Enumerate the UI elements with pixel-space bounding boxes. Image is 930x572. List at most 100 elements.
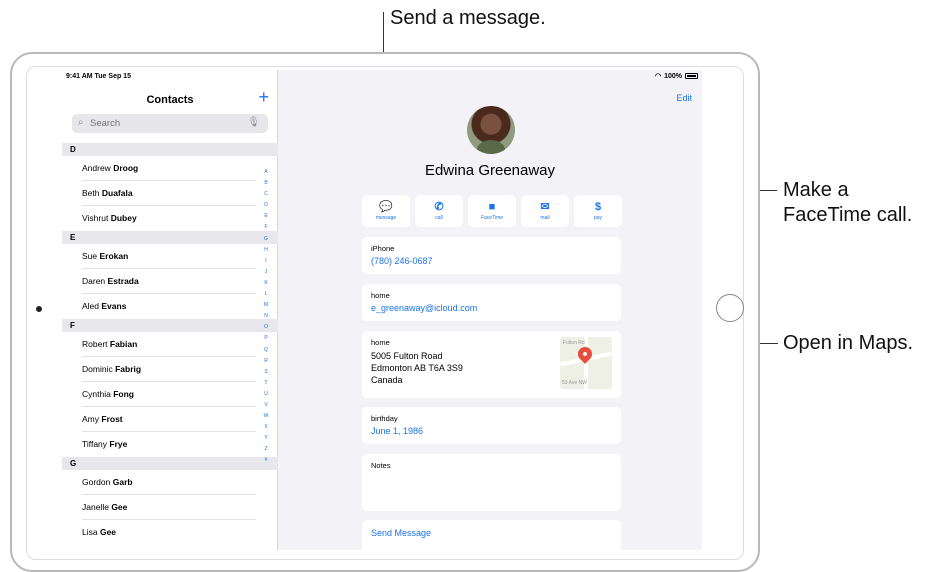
address-line: Canada: [371, 375, 403, 385]
index-letter[interactable]: E: [264, 211, 267, 222]
message-button[interactable]: 💬 message: [362, 195, 410, 227]
phone-number[interactable]: (780) 246-0687: [371, 256, 433, 266]
home-button[interactable]: [716, 294, 744, 322]
mail-icon: ✉: [540, 201, 550, 213]
address-card[interactable]: home 5005 Fulton Road Edmonton AB T6A 3S…: [362, 331, 621, 398]
last-name: Garb: [112, 477, 133, 487]
phone-card[interactable]: iPhone (780) 246-0687: [362, 237, 621, 274]
first-name: Aled: [82, 301, 100, 311]
first-name: Beth: [82, 188, 100, 198]
video-icon: ■: [488, 201, 496, 213]
address-text[interactable]: 5005 Fulton Road Edmonton AB T6A 3S9 Can…: [371, 350, 463, 386]
wifi-icon: ◠: [654, 73, 662, 80]
section-index[interactable]: A B C D E F G H I J K L M N O P Q R S T U V W X Y Z #: [262, 167, 270, 467]
birthday-card[interactable]: birthday June 1, 1986: [362, 407, 621, 444]
index-letter[interactable]: B: [264, 178, 267, 189]
index-letter[interactable]: V: [264, 400, 267, 411]
index-letter[interactable]: #: [265, 455, 268, 466]
phone-label: iPhone: [371, 244, 395, 253]
list-item[interactable]: Daren Estrada: [62, 269, 278, 294]
mail-button[interactable]: ✉ mail: [521, 195, 569, 227]
email-card[interactable]: home e_greenaway@icloud.com: [362, 284, 621, 321]
index-letter[interactable]: S: [264, 367, 267, 378]
list-item[interactable]: Vishrut Dubey: [62, 206, 278, 231]
index-letter[interactable]: R: [264, 356, 268, 367]
call-button[interactable]: ✆ call: [415, 195, 463, 227]
index-letter[interactable]: P: [264, 333, 267, 344]
pay-button[interactable]: $ pay: [574, 195, 622, 227]
action-buttons: 💬 message ✆ call ■ FaceTime ✉ mail $ pay: [362, 195, 622, 227]
notes-card[interactable]: Notes: [362, 454, 621, 511]
last-name: Erokan: [99, 251, 129, 261]
list-item[interactable]: Amy Frost: [62, 407, 278, 432]
list-item[interactable]: Sue Erokan: [62, 244, 278, 269]
send-message-button[interactable]: Send Message: [371, 528, 431, 538]
first-name: Sue: [82, 251, 98, 261]
index-letter[interactable]: H: [264, 245, 268, 256]
list-item[interactable]: Aled Evans: [62, 294, 278, 319]
list-item[interactable]: Andrew Droog: [62, 156, 278, 181]
microphone-icon[interactable]: 🎙: [247, 117, 260, 128]
add-contact-button[interactable]: +: [258, 88, 269, 106]
callout-open-maps: Open in Maps.: [783, 332, 914, 354]
avatar: [467, 106, 515, 154]
list-item[interactable]: Janelle Gee: [62, 495, 278, 520]
last-name: Dubey: [110, 213, 137, 223]
index-letter[interactable]: D: [264, 200, 268, 211]
first-name: Amy: [82, 414, 99, 424]
last-name: Duafala: [101, 188, 133, 198]
index-letter[interactable]: L: [265, 289, 268, 300]
index-letter[interactable]: Q: [264, 345, 268, 356]
list-item[interactable]: Gordon Garb: [62, 470, 278, 495]
index-letter[interactable]: W: [264, 411, 269, 422]
last-name: Estrada: [107, 276, 139, 286]
search-bar[interactable]: ⌕ 🎙: [72, 114, 268, 133]
index-letter[interactable]: T: [264, 378, 267, 389]
index-letter[interactable]: U: [264, 389, 268, 400]
last-name: Frost: [101, 414, 123, 424]
index-letter[interactable]: C: [264, 189, 268, 200]
index-letter[interactable]: F: [264, 222, 267, 233]
list-item[interactable]: Beth Duafala: [62, 181, 278, 206]
status-time: 9:41 AM Tue Sep 15: [66, 73, 131, 80]
list-item[interactable]: Cynthia Fong: [62, 382, 278, 407]
index-letter[interactable]: J: [265, 267, 268, 278]
email-label: home: [371, 291, 390, 300]
list-item[interactable]: Robert Fabian: [62, 332, 278, 357]
list-item[interactable]: Tiffany Frye: [62, 432, 278, 457]
callout-facetime-line1: Make a: [783, 179, 849, 201]
birthday-value[interactable]: June 1, 1986: [371, 426, 423, 436]
list-item[interactable]: Dominic Fabrig: [62, 357, 278, 382]
index-letter[interactable]: Z: [264, 444, 267, 455]
index-letter[interactable]: I: [265, 256, 266, 267]
message-icon: 💬: [379, 201, 393, 213]
phone-icon: ✆: [434, 201, 444, 213]
map-thumbnail[interactable]: Fulton Rd 53 Ave NW: [560, 337, 612, 389]
last-name: Gee: [111, 502, 128, 512]
index-letter[interactable]: N: [264, 311, 268, 322]
address-line: Edmonton AB T6A 3S9: [371, 363, 463, 373]
facetime-button[interactable]: ■ FaceTime: [468, 195, 516, 227]
status-indicators: ◠ 100%: [655, 72, 698, 80]
list-item[interactable]: Lisa Gee: [62, 520, 278, 545]
index-letter[interactable]: G: [264, 234, 268, 245]
action-label: call: [435, 215, 443, 221]
page-title: Contacts: [146, 94, 194, 106]
first-name: Gordon: [82, 477, 111, 487]
callout-send-message: Send a message.: [390, 7, 546, 29]
edit-button[interactable]: Edit: [676, 93, 692, 103]
email-address[interactable]: e_greenaway@icloud.com: [371, 303, 477, 313]
index-letter[interactable]: M: [264, 300, 268, 311]
address-line: 5005 Fulton Road: [371, 351, 443, 361]
index-letter[interactable]: O: [264, 322, 268, 333]
index-letter[interactable]: K: [264, 278, 267, 289]
map-street-label: Fulton Rd: [563, 340, 585, 346]
send-message-card[interactable]: Send Message: [362, 520, 621, 550]
index-letter[interactable]: X: [264, 422, 267, 433]
index-letter[interactable]: A: [264, 167, 267, 178]
battery-percent: 100%: [664, 72, 682, 80]
search-input[interactable]: [90, 114, 250, 133]
map-street-label: 53 Ave NW: [562, 380, 587, 386]
contact-name: Edwina Greenaway: [424, 162, 556, 179]
index-letter[interactable]: Y: [264, 433, 267, 444]
